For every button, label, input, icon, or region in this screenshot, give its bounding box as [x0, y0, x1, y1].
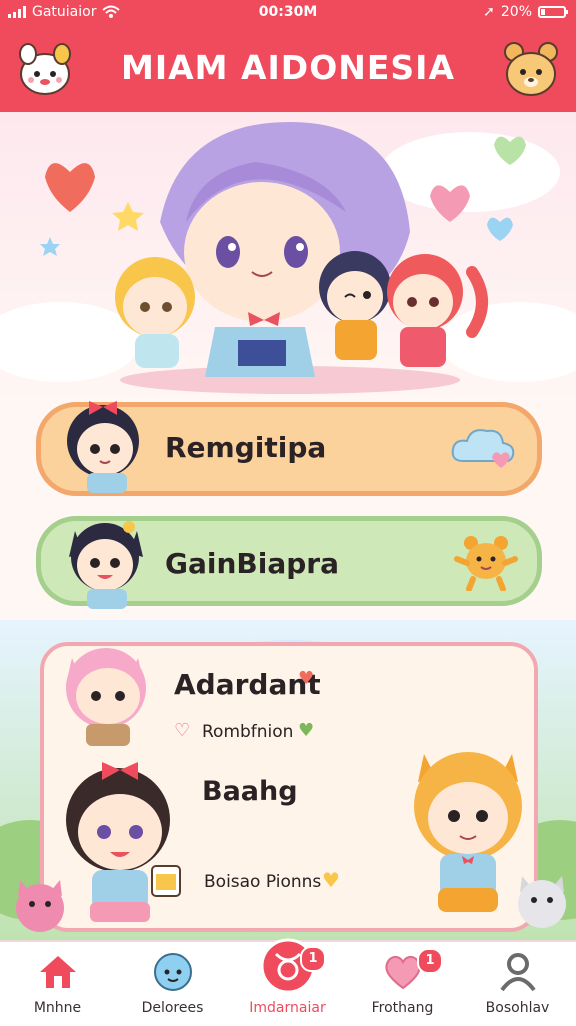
heart-icon: ♥: [298, 668, 315, 689]
tab-main-label: Imdarnaiar: [249, 1000, 326, 1016]
app-header: MIAM AIDONESIA: [0, 26, 576, 112]
tab-characters[interactable]: Delorees: [115, 942, 230, 1026]
panel-footer-text: Boisao Pionns: [204, 872, 322, 892]
app-title: MIAM AIDONESIA: [121, 48, 455, 87]
menu-card-2[interactable]: GainBiapra: [36, 516, 542, 609]
hero-characters-image: [0, 122, 576, 394]
user-icon: [500, 953, 536, 992]
tab-profile[interactable]: Bosohlav: [460, 942, 575, 1026]
home-icon: [40, 956, 76, 988]
menu-card-2-label: GainBiapra: [165, 547, 339, 580]
tab-home-label: Mnhne: [33, 1000, 82, 1016]
tab-home[interactable]: Mnhne: [0, 942, 115, 1026]
location-icon: ➚: [483, 4, 495, 20]
tab-main-badge: 1: [300, 946, 326, 972]
tab-characters-label: Delorees: [141, 1000, 204, 1016]
heart-outline-icon: ♡: [174, 720, 191, 741]
pink-creature-icon: [16, 880, 64, 932]
panel-subtitle: Rombfnion: [202, 722, 294, 742]
jar-icon: [151, 865, 181, 897]
grey-creature-icon: [518, 876, 566, 928]
pink-cat-character-icon: [66, 648, 146, 746]
menu-card-1[interactable]: Remgitipa: [36, 401, 542, 496]
bottom-tab-bar: Mnhne Delorees 1 Imdarnaiar 1 Frothang B…: [0, 938, 576, 1026]
character-avatar-icon: [67, 401, 139, 493]
tab-favorites[interactable]: 1 Frothang: [345, 942, 460, 1026]
yellow-heart-icon: ♥: [322, 868, 340, 892]
tab-main[interactable]: 1 Imdarnaiar: [230, 938, 345, 1026]
green-heart-icon: ♥: [298, 720, 315, 741]
panel-section-title: Baahg: [202, 776, 298, 807]
battery-percent: 20%: [500, 4, 532, 20]
tab-favorites-badge: 1: [417, 948, 443, 974]
battery-icon: [538, 6, 568, 18]
cloud-heart-icon: [451, 429, 515, 468]
girl-character-icon: [66, 762, 170, 922]
tab-favorites-label: Frothang: [371, 1000, 434, 1016]
bear-mascot-icon: [504, 42, 558, 96]
menu-card-1-label: Remgitipa: [165, 431, 327, 464]
status-bar: Gatuiaior 00:30M ➚ 20%: [0, 0, 576, 26]
tab-profile-label: Bosohlav: [485, 1000, 550, 1016]
cat-character-avatar-icon: [69, 521, 143, 609]
content-panel: Adardant ♥ ♡ Rombfnion ♥ Baahg Boisao Pi…: [40, 642, 538, 932]
character-face-icon: [154, 953, 192, 991]
bear-icon: [454, 536, 518, 591]
hero-illustration: [0, 112, 576, 402]
